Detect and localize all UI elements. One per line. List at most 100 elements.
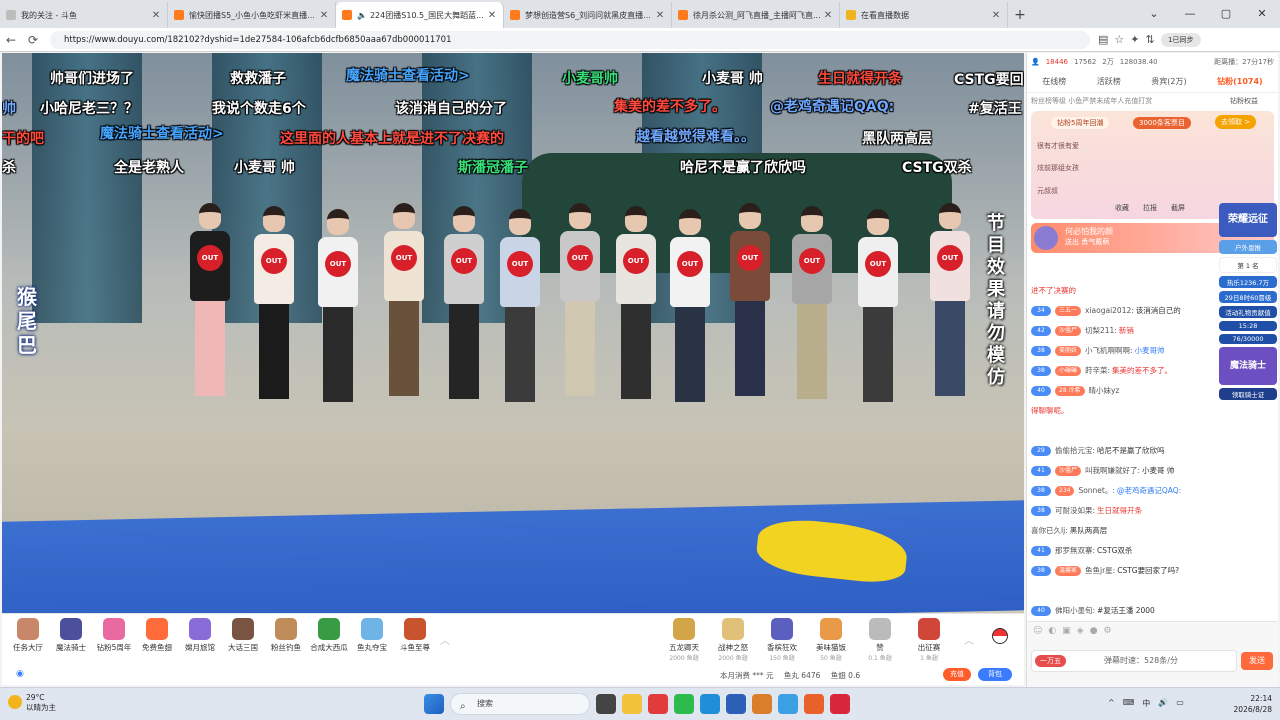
gift-item[interactable]: 五龙卿天 2000 鱼翅: [662, 618, 706, 662]
sync-icon[interactable]: ⇅: [1146, 33, 1155, 46]
browser-tab[interactable]: 在看直播数据 ✕: [840, 2, 1008, 28]
chat-message[interactable]: 29 偷偷拾元宝: 哈尼不是赢了欣欣吗: [1027, 441, 1217, 461]
profile-button[interactable]: 1已同步: [1160, 32, 1201, 47]
collapse-icon[interactable]: ︿: [440, 632, 450, 647]
chat-input[interactable]: 一万五 弹幕时速：528条/分: [1031, 650, 1237, 672]
chat-username[interactable]: Sonnet。:: [1078, 481, 1114, 501]
chat-message[interactable]: 38 温馨家 鱼鱼jr星: CSTG要回家了吗?: [1027, 561, 1217, 581]
chat-username[interactable]: 得聊聊呢。: [1031, 401, 1069, 421]
tray-expand-icon[interactable]: ^: [1108, 698, 1115, 709]
report-button[interactable]: 拉报: [1143, 203, 1157, 213]
netease-music-icon[interactable]: [830, 694, 850, 714]
expedition-badge[interactable]: 荣耀远征: [1219, 203, 1277, 237]
gift-item[interactable]: 美味猫饭 50 鱼翅: [809, 618, 853, 662]
chat-message[interactable]: 进不了决赛的: [1027, 281, 1217, 301]
chat-username[interactable]: 鱼鱼jr星:: [1085, 561, 1115, 581]
close-button[interactable]: ✕: [1244, 0, 1280, 28]
edge-icon[interactable]: [700, 694, 720, 714]
close-icon[interactable]: ✕: [655, 10, 665, 21]
chat-username[interactable]: 莳辛菜:: [1085, 361, 1110, 381]
tab-menu-icon[interactable]: ⌄: [1136, 0, 1172, 28]
tab-vip[interactable]: 贵宾(2万): [1151, 76, 1186, 87]
back-icon[interactable]: ←: [0, 33, 22, 47]
browser-tab-active[interactable]: 🔈 224团播S10.5_国民大舞蹈蓝... ✕: [336, 2, 504, 28]
knight-claim-button[interactable]: 领取骑士证: [1219, 388, 1277, 400]
recharge-button[interactable]: 充值: [943, 668, 971, 681]
maximize-button[interactable]: ▢: [1208, 0, 1244, 28]
star-icon[interactable]: ☆: [1114, 33, 1124, 46]
extension-icon[interactable]: ✦: [1130, 33, 1139, 46]
tab-diamond-fans[interactable]: 钻粉(1074): [1217, 76, 1263, 87]
magic-knight-badge[interactable]: 魔法骑士: [1219, 347, 1277, 385]
image-icon[interactable]: ▣: [1062, 626, 1071, 636]
close-icon[interactable]: ✕: [487, 10, 497, 21]
activity-entry[interactable]: 粉丝钓鱼: [264, 618, 308, 653]
reader-icon[interactable]: ▤: [1098, 33, 1108, 46]
windows-start-icon[interactable]: [424, 694, 444, 714]
chat-message[interactable]: [1027, 581, 1217, 601]
settings-icon[interactable]: ⚙: [1104, 626, 1112, 636]
tab-online[interactable]: 在线榜: [1042, 76, 1066, 87]
fans-icon[interactable]: ◐: [1048, 626, 1056, 636]
minimize-button[interactable]: —: [1172, 0, 1208, 28]
color-icon[interactable]: ●: [1090, 626, 1098, 636]
video-player[interactable]: OUT OUT OUT OUT OUT OUT OUT OUT OUT OUT OUT OUT OUT …: [2, 53, 1024, 613]
app-icon[interactable]: [752, 694, 772, 714]
chat-message[interactable]: 41 那罗無双寨: CSTG双杀: [1027, 541, 1217, 561]
file-explorer-icon[interactable]: [622, 694, 642, 714]
tab-active[interactable]: 活跃榜: [1097, 76, 1121, 87]
chat-username[interactable]: 叫我啊嫌就好了:: [1085, 461, 1140, 481]
activity-entry[interactable]: 合成大西瓜: [307, 618, 351, 653]
chat-username[interactable]: 小飞机啊啊啊:: [1085, 341, 1133, 361]
close-icon[interactable]: ✕: [151, 10, 161, 21]
gift-scroll-arrow-icon[interactable]: ︿: [964, 632, 974, 647]
chat-message[interactable]: [1027, 421, 1217, 441]
chat-username[interactable]: xiaogai2012:: [1085, 301, 1134, 321]
chat-username[interactable]: 偷偷拾元宝:: [1055, 441, 1095, 461]
browser-tab[interactable]: 愉快团播S5_小鱼小鱼吃虾米直播... ✕: [168, 2, 336, 28]
app-icon[interactable]: [778, 694, 798, 714]
url-field[interactable]: https://www.douyu.com/182102?dyshid=1de2…: [50, 30, 1090, 49]
close-icon[interactable]: ✕: [991, 10, 1001, 21]
refresh-icon[interactable]: ⟳: [22, 33, 44, 47]
volume-icon[interactable]: 🔊: [1158, 698, 1168, 709]
browser-tab[interactable]: 梦想创造营S6_刘问问就黑皮直播... ✕: [504, 2, 672, 28]
chat-message[interactable]: 40 佛阳小墨旬: #复活王潘 2000: [1027, 601, 1217, 621]
taskbar-search[interactable]: ⌕ 搜索: [450, 693, 590, 715]
gift-item[interactable]: 赞 0.1 鱼翅: [858, 618, 902, 662]
barrage-icon[interactable]: ◈: [1077, 626, 1084, 636]
emoji-icon[interactable]: ☺: [1033, 626, 1042, 636]
chat-message[interactable]: 34 三五一 xiaogai2012: 该消消自己的: [1027, 301, 1217, 321]
chat-message[interactable]: 得聊聊呢。: [1027, 401, 1217, 421]
weather-widget[interactable]: 29°C 以晴为主: [8, 693, 56, 713]
chat-message[interactable]: 38 美丽妖 小飞机啊啊啊: 小麦哥帅: [1027, 341, 1217, 361]
chat-username[interactable]: 可耐没如果:: [1055, 501, 1095, 521]
browser-tab[interactable]: 我的关注 - 斗鱼 ✕: [0, 2, 168, 28]
word-icon[interactable]: [726, 694, 746, 714]
task-view-icon[interactable]: [596, 694, 616, 714]
chat-message[interactable]: 38 可耐没如果: 生日就得开条: [1027, 501, 1217, 521]
boat-icon[interactable]: ◉: [16, 669, 24, 679]
close-icon[interactable]: ✕: [319, 10, 329, 21]
screenshot-button[interactable]: 截屏: [1171, 203, 1185, 213]
activity-entry[interactable]: 大话三国: [221, 618, 265, 653]
clock[interactable]: 22:14 2026/8/28: [1216, 693, 1272, 715]
chat-message[interactable]: 42 沙僵尸 切梨211: 新销: [1027, 321, 1217, 341]
activity-entry[interactable]: 嫦月旅馆: [178, 618, 222, 653]
wechat-icon[interactable]: [674, 694, 694, 714]
chat-username[interactable]: 那罗無双寨:: [1055, 541, 1095, 561]
close-icon[interactable]: ✕: [823, 10, 833, 21]
gift-item[interactable]: 香槟狂欢 150 鱼翅: [760, 618, 804, 662]
speaker-icon[interactable]: 🔈: [357, 11, 367, 20]
activity-entry[interactable]: 魔法骑士: [49, 618, 93, 653]
collect-button[interactable]: 收藏: [1115, 203, 1129, 213]
chat-message[interactable]: 喜你已久lj: 黑队两高层: [1027, 521, 1217, 541]
activity-entry[interactable]: 斗鱼至尊: [393, 618, 437, 653]
gift-item[interactable]: 战神之怒 2000 鱼翅: [711, 618, 755, 662]
send-button[interactable]: 发送: [1241, 652, 1273, 670]
chat-message[interactable]: 38 小碾碾 莳辛菜: 集美的差不多了。: [1027, 361, 1217, 381]
activity-entry[interactable]: 任务大厅: [6, 618, 50, 653]
promo-claim-button[interactable]: 去领取 >: [1215, 115, 1257, 129]
pokeball-icon[interactable]: [992, 628, 1008, 644]
app-icon[interactable]: [804, 694, 824, 714]
